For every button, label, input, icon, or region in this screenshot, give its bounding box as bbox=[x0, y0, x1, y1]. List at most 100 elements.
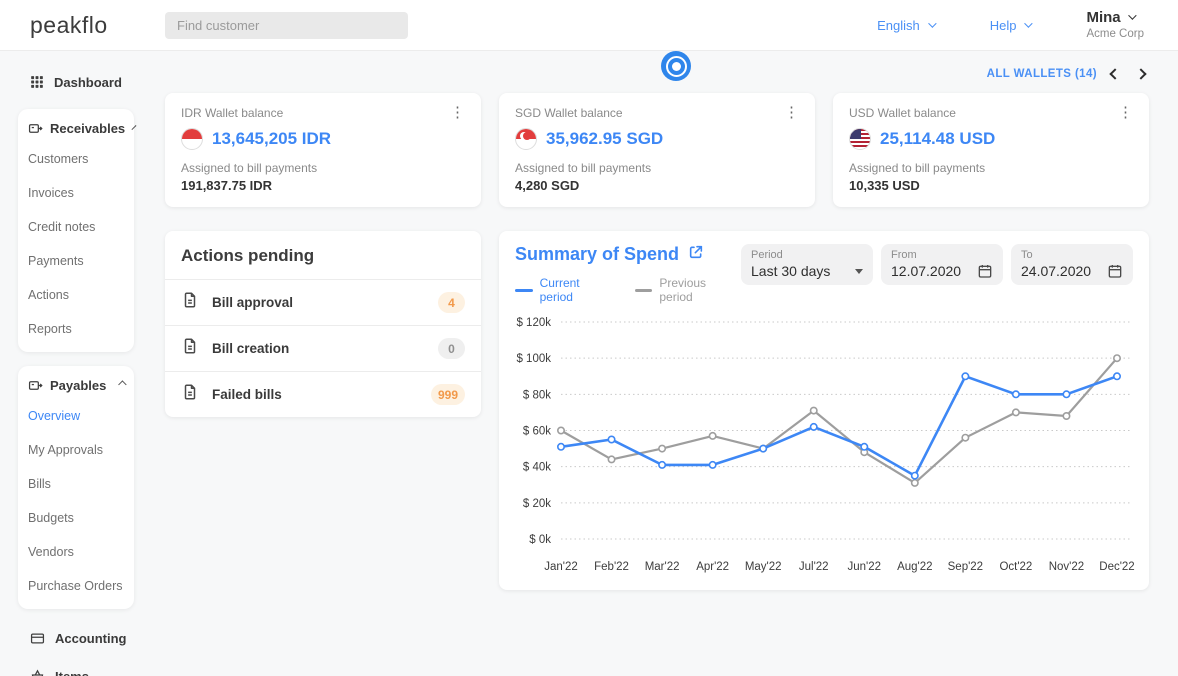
sidebar-item-payables[interactable]: Payables bbox=[28, 378, 134, 393]
to-label: To bbox=[1021, 249, 1123, 261]
sidebar-item-purchase-orders[interactable]: Purchase Orders bbox=[28, 569, 134, 603]
sidebar-item-overview[interactable]: Overview bbox=[28, 399, 134, 433]
wallet-balance: 13,645,205 IDR bbox=[212, 129, 331, 149]
svg-text:$ 40k: $ 40k bbox=[523, 462, 551, 474]
basket-icon bbox=[30, 669, 45, 676]
assigned-label: Assigned to bill payments bbox=[181, 161, 465, 175]
actions-pending-title: Actions pending bbox=[165, 231, 481, 280]
svg-text:Apr'22: Apr'22 bbox=[696, 561, 729, 573]
action-label: Failed bills bbox=[212, 387, 282, 402]
svg-text:Oct'22: Oct'22 bbox=[999, 561, 1032, 573]
sidebar-item-accounting[interactable]: Accounting bbox=[0, 625, 155, 651]
wallet-title: SGD Wallet balance bbox=[515, 106, 799, 120]
count-badge: 4 bbox=[438, 292, 465, 313]
kebab-menu-icon[interactable]: ⋮ bbox=[1114, 103, 1137, 122]
payables-items: Overview My Approvals Bills Budgets Vend… bbox=[28, 399, 134, 603]
payables-icon bbox=[28, 378, 43, 393]
chart-legend: Current period Previous period bbox=[515, 276, 741, 304]
usa-flag-icon bbox=[849, 128, 871, 150]
kebab-menu-icon[interactable]: ⋮ bbox=[780, 103, 803, 122]
assigned-label: Assigned to bill payments bbox=[515, 161, 799, 175]
bill-approval-row[interactable]: Bill approval 4 bbox=[165, 280, 481, 325]
svg-text:$ 20k: $ 20k bbox=[523, 498, 551, 510]
from-value: 12.07.2020 bbox=[891, 263, 961, 279]
kebab-menu-icon[interactable]: ⋮ bbox=[446, 103, 469, 122]
caret-down-icon bbox=[855, 269, 863, 274]
main-content: ALL WALLETS (14) ⋮ IDR Wallet balance 13… bbox=[155, 51, 1178, 676]
sidebar-item-vendors[interactable]: Vendors bbox=[28, 535, 134, 569]
sidebar-item-dashboard[interactable]: Dashboard bbox=[0, 69, 155, 95]
legend-current-period[interactable]: Current period bbox=[515, 276, 615, 304]
document-icon bbox=[181, 291, 199, 314]
to-value: 24.07.2020 bbox=[1021, 263, 1091, 279]
sidebar-item-payments[interactable]: Payments bbox=[28, 244, 134, 278]
svg-text:Mar'22: Mar'22 bbox=[645, 561, 680, 573]
legend-dash-icon bbox=[515, 289, 533, 292]
sidebar-item-actions[interactable]: Actions bbox=[28, 278, 134, 312]
chevron-up-icon[interactable] bbox=[118, 380, 126, 388]
svg-text:Jan'22: Jan'22 bbox=[544, 561, 578, 573]
action-label: Bill creation bbox=[212, 341, 289, 356]
calendar-icon bbox=[977, 263, 993, 279]
sidebar-item-reports[interactable]: Reports bbox=[28, 312, 134, 346]
legend-dash-icon bbox=[635, 289, 653, 292]
search-input[interactable] bbox=[165, 12, 408, 39]
click-indicator bbox=[661, 51, 691, 81]
external-link-icon bbox=[688, 244, 704, 265]
assigned-value: 4,280 SGD bbox=[515, 178, 799, 193]
sidebar-item-budgets[interactable]: Budgets bbox=[28, 501, 134, 535]
svg-text:Nov'22: Nov'22 bbox=[1049, 561, 1084, 573]
assigned-value: 191,837.75 IDR bbox=[181, 178, 465, 193]
svg-text:Feb'22: Feb'22 bbox=[594, 561, 629, 573]
sidebar-dashboard-label: Dashboard bbox=[54, 75, 122, 90]
period-select[interactable]: Period Last 30 days bbox=[741, 244, 873, 285]
sidebar-item-invoices[interactable]: Invoices bbox=[28, 176, 134, 210]
wallet-cards-row: ⋮ IDR Wallet balance 13,645,205 IDR Assi… bbox=[165, 93, 1149, 207]
sidebar-item-receivables[interactable]: Receivables bbox=[28, 121, 134, 136]
payables-label: Payables bbox=[50, 378, 106, 393]
company-name: Acme Corp bbox=[1086, 28, 1144, 41]
count-badge: 999 bbox=[431, 384, 465, 405]
chevron-right-icon[interactable] bbox=[1135, 68, 1146, 79]
receivables-group: Receivables Customers Invoices Credit no… bbox=[18, 109, 134, 352]
sgd-wallet-card: ⋮ SGD Wallet balance 35,962.95 SGD Assig… bbox=[499, 93, 815, 207]
receivables-label: Receivables bbox=[50, 121, 125, 136]
dashboard-grid-icon bbox=[30, 75, 44, 89]
chevron-down-icon bbox=[1128, 12, 1136, 20]
svg-text:$ 0k: $ 0k bbox=[529, 534, 551, 546]
bill-creation-row[interactable]: Bill creation 0 bbox=[165, 325, 481, 371]
svg-text:$ 60k: $ 60k bbox=[523, 426, 551, 438]
sidebar-item-customers[interactable]: Customers bbox=[28, 142, 134, 176]
from-date-picker[interactable]: From 12.07.2020 bbox=[881, 244, 1003, 285]
failed-bills-row[interactable]: Failed bills 999 bbox=[165, 371, 481, 417]
legend-previous-period[interactable]: Previous period bbox=[635, 276, 741, 304]
wallet-title: IDR Wallet balance bbox=[181, 106, 465, 120]
user-menu[interactable]: Mina Acme Corp bbox=[1086, 9, 1144, 41]
chevron-up-icon[interactable] bbox=[132, 125, 137, 130]
all-wallets-link[interactable]: ALL WALLETS (14) bbox=[987, 68, 1097, 80]
payables-group: Payables Overview My Approvals Bills Bud… bbox=[18, 366, 134, 609]
spend-line-chart: $ 0k$ 20k$ 40k$ 60k$ 80k$ 100k$ 120kJan'… bbox=[515, 314, 1133, 576]
sidebar-item-credit-notes[interactable]: Credit notes bbox=[28, 210, 134, 244]
sidebar: Dashboard Receivables Customers Invoices… bbox=[0, 51, 155, 676]
sidebar-item-my-approvals[interactable]: My Approvals bbox=[28, 433, 134, 467]
chevron-down-icon bbox=[1025, 19, 1033, 27]
chart-title: Summary of Spend bbox=[515, 244, 679, 265]
language-menu[interactable]: English bbox=[877, 18, 934, 33]
wallet-balance: 25,114.48 USD bbox=[880, 129, 995, 149]
top-bar: peakflo English Help Mina Acme Corp bbox=[0, 0, 1178, 51]
language-label: English bbox=[877, 18, 920, 33]
svg-text:Sep'22: Sep'22 bbox=[948, 561, 983, 573]
items-label: Items bbox=[55, 669, 89, 676]
summary-of-spend-card: Summary of Spend Current bbox=[499, 231, 1149, 590]
sidebar-item-bills[interactable]: Bills bbox=[28, 467, 134, 501]
summary-of-spend-link[interactable]: Summary of Spend bbox=[515, 244, 741, 265]
to-date-picker[interactable]: To 24.07.2020 bbox=[1011, 244, 1133, 285]
svg-text:Jun'22: Jun'22 bbox=[848, 561, 882, 573]
calendar-icon bbox=[1107, 263, 1123, 279]
usd-wallet-card: ⋮ USD Wallet balance 25,114.48 USD Assig… bbox=[833, 93, 1149, 207]
chevron-left-icon[interactable] bbox=[1109, 68, 1120, 79]
sidebar-item-items[interactable]: Items bbox=[0, 663, 155, 676]
receivables-items: Customers Invoices Credit notes Payments… bbox=[28, 142, 134, 346]
help-menu[interactable]: Help bbox=[990, 18, 1031, 33]
